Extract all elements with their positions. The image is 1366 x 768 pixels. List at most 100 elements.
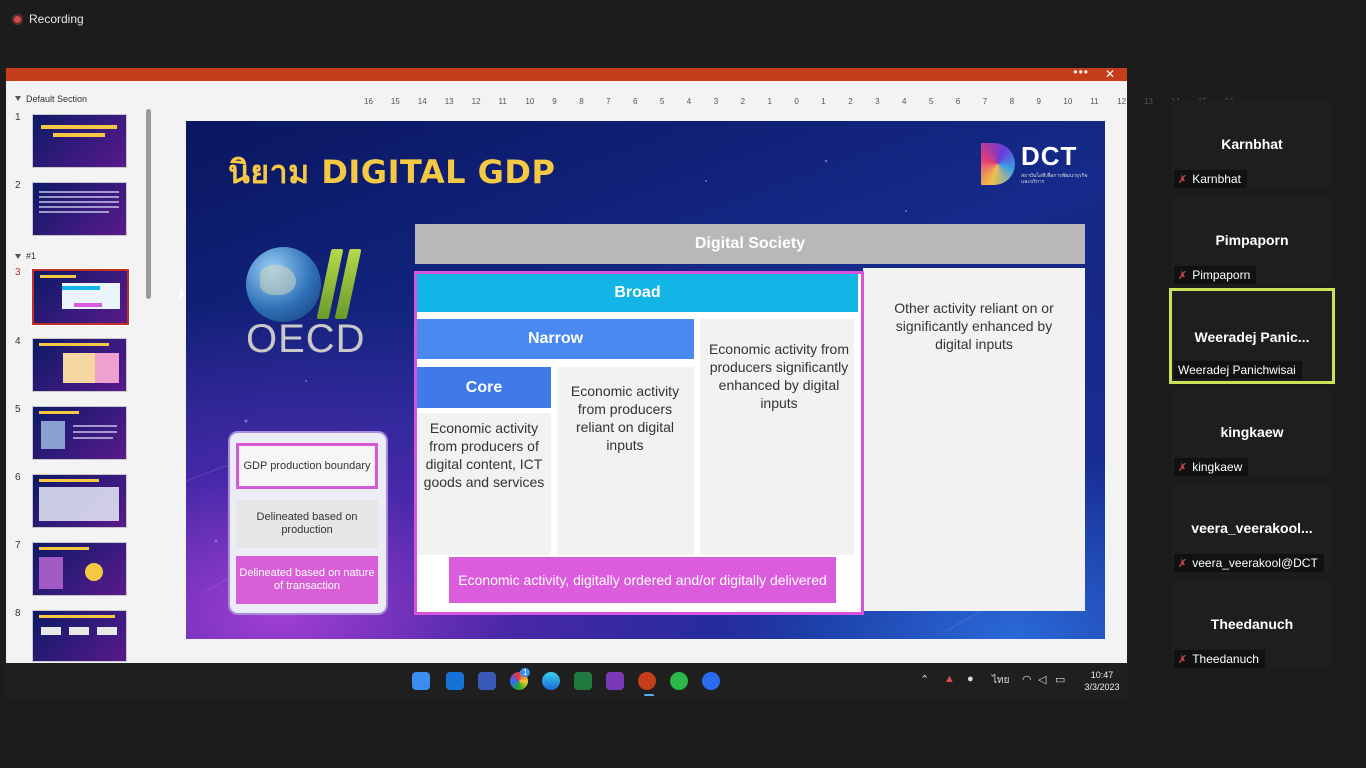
active-app-indicator: [644, 694, 654, 696]
zoom-icon[interactable]: [702, 672, 720, 690]
recording-indicator: Recording: [12, 12, 84, 26]
slide-thumbnail-8[interactable]: [32, 610, 127, 662]
title-bar: ••• ✕: [6, 65, 1127, 81]
clock-date: 3/3/2023: [1084, 682, 1120, 692]
slide-thumbnail-7[interactable]: [32, 542, 127, 596]
ruler-tick: 2: [848, 97, 853, 106]
slide-number: 2: [15, 180, 21, 191]
section-label-default: Default Section: [26, 94, 88, 104]
legend-transaction: Delineated based on nature of transactio…: [236, 556, 378, 604]
slide-thumbnail-5[interactable]: [32, 406, 127, 460]
participant-tile[interactable]: kingkaew ✗ kingkaew: [1172, 388, 1332, 476]
chevron-up-icon[interactable]: ⌃: [920, 673, 929, 686]
participant-name: Karnbhat: [1221, 136, 1283, 152]
slide-number: 8: [15, 608, 21, 619]
mic-muted-icon: ✗: [1178, 173, 1188, 186]
slide-thumbnail-3-selected[interactable]: [31, 268, 130, 326]
start-icon[interactable]: [412, 672, 430, 690]
speaker-icon[interactable]: ◁: [1038, 673, 1046, 686]
ruler-tick: 10: [1063, 97, 1073, 106]
mic-muted-icon: ✗: [1178, 653, 1188, 666]
ruler-tick: 15: [390, 97, 400, 106]
participant-label: ✗ veera_veerakool@DCT: [1174, 554, 1324, 572]
input-language[interactable]: ไทย: [992, 673, 1009, 688]
acrobat-tray-icon[interactable]: ▲: [944, 673, 955, 685]
participant-name: veera_veerakool...: [1191, 520, 1313, 536]
close-icon[interactable]: ✕: [1105, 67, 1115, 81]
mic-muted-icon: ✗: [1178, 461, 1188, 474]
ruler-tick: 16: [364, 97, 373, 106]
ruler-tick: 3: [713, 97, 719, 106]
participant-name: Theedanuch: [1210, 616, 1294, 632]
slide-thumbnail-6[interactable]: [32, 474, 127, 528]
participant-label: ✗ Pimpaporn: [1174, 266, 1257, 284]
powerpoint-icon[interactable]: [638, 672, 656, 690]
thumbnail-scrollbar[interactable]: [146, 109, 151, 299]
wifi-icon[interactable]: ◠: [1022, 673, 1032, 686]
save-app-icon[interactable]: [478, 672, 496, 690]
ruler-tick: 8: [1009, 97, 1015, 106]
ruler-tick: 0: [794, 97, 799, 106]
line-icon[interactable]: [670, 672, 688, 690]
pdf-app-icon[interactable]: [606, 672, 624, 690]
broad-header: Broad: [417, 274, 858, 312]
participant-label: ✗ kingkaew: [1174, 458, 1249, 476]
core-description: Economic activity from producers of digi…: [423, 420, 545, 490]
ruler-tick: 6: [955, 97, 961, 106]
ruler-tick: 6: [633, 97, 638, 106]
participant-label: ✗ Theedanuch: [1174, 650, 1265, 668]
ruler-tick: 3: [875, 97, 880, 106]
slide-thumbnail-1[interactable]: [32, 114, 127, 168]
more-options-button[interactable]: •••: [1073, 65, 1089, 79]
ruler-tick: 7: [982, 97, 988, 106]
ruler-tick: 11: [498, 97, 507, 106]
legend-box: GDP production boundary Delineated based…: [228, 431, 388, 615]
slide-number: 5: [15, 404, 21, 415]
participant-name: Weeradej Panic...: [1194, 329, 1310, 345]
slide-thumbnail-4[interactable]: [32, 338, 127, 392]
ruler-tick: 12: [471, 97, 481, 106]
slide-number: 1: [15, 112, 21, 123]
participant-tile[interactable]: veera_veerakool... ✗ veera_veerakool@DCT: [1172, 484, 1332, 572]
ruler-tick: 1: [767, 97, 772, 106]
edge-icon[interactable]: [542, 672, 560, 690]
clock[interactable]: 10:47 3/3/2023: [1080, 669, 1124, 693]
battery-icon[interactable]: ▭: [1055, 673, 1065, 686]
ruler-tick: 9: [552, 97, 557, 106]
participant-tile[interactable]: Theedanuch ✗ Theedanuch: [1172, 580, 1332, 668]
participant-tile[interactable]: Pimpaporn ✗ Pimpaporn: [1172, 196, 1332, 284]
participant-label: ✗ Karnbhat: [1174, 170, 1247, 188]
digitally-ordered-bar: Economic activity, digitally ordered and…: [449, 557, 836, 603]
globe-icon: [246, 247, 321, 322]
outlook-icon[interactable]: [446, 672, 464, 690]
ruler-tick: 7: [606, 97, 611, 106]
ruler-tick: 9: [1036, 97, 1041, 106]
oecd-logo: OECD: [236, 239, 376, 364]
broad-description: Economic activity from producers signifi…: [708, 341, 850, 411]
clock-time: 10:47: [1090, 670, 1114, 680]
mouse-cursor: [180, 289, 184, 301]
slide-number: 4: [15, 336, 21, 347]
mic-muted-icon: ✗: [1178, 557, 1188, 570]
ruler-tick: 1: [821, 97, 826, 106]
excel-icon[interactable]: [574, 672, 592, 690]
collapse-section-icon[interactable]: [15, 254, 21, 259]
slide-thumbnail-2[interactable]: [32, 182, 127, 236]
slide-thumbnail-pane: Default Section 1 2 #1 3 4 5 6 7 8: [6, 81, 156, 663]
record-icon: [12, 13, 23, 25]
other-activity-text: Other activity reliant on or significant…: [894, 300, 1054, 352]
slide-canvas: นิยาม DIGITAL GDP DCT สถาบันไอทีเพื่อการ…: [186, 121, 1105, 639]
ruler-tick: 14: [417, 97, 427, 106]
oecd-bars-icon: [316, 249, 366, 319]
recording-label: Recording: [29, 12, 84, 26]
notification-badge: 1: [520, 668, 531, 677]
ruler-tick: 5: [659, 97, 665, 106]
section-label-1: #1: [26, 251, 37, 261]
participant-tile[interactable]: Karnbhat ✗ Karnbhat: [1172, 100, 1332, 188]
participant-tile-active-speaker[interactable]: Weeradej Panic... Weeradej Panichwisai: [1169, 288, 1335, 384]
dct-logo: DCT สถาบันไอทีเพื่อการพัฒนาธุรกิจและบริก…: [981, 141, 1091, 189]
ruler-tick: 5: [928, 97, 934, 106]
microphone-icon[interactable]: ●: [967, 673, 974, 685]
collapse-section-icon[interactable]: [15, 96, 21, 101]
horizontal-ruler: 16 15 14 13 12 11 10 9 8 7 6 5 4 3 2 1 0 1 2 3 4 5 6 7 8 9 10 11 12 1…: [336, 97, 1256, 109]
